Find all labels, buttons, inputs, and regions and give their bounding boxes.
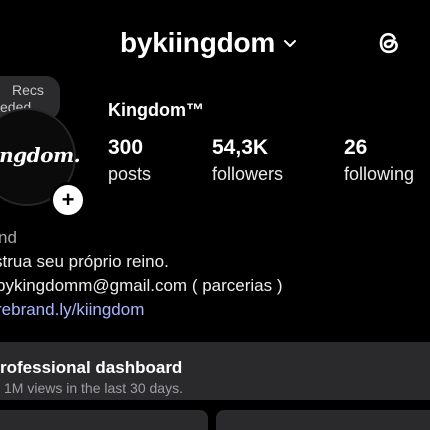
chevron-down-icon[interactable] — [283, 36, 297, 50]
following-label: following — [344, 164, 415, 184]
edit-profile-button[interactable] — [0, 410, 208, 430]
dashboard-title: rofessional dashboard — [0, 358, 183, 377]
following-count: 26 — [344, 136, 368, 159]
professional-dashboard[interactable]: rofessional dashboard 1M views in the la… — [0, 342, 430, 400]
bio-line-2: bykingdomm@gmail.com ( parcerias ) — [0, 276, 283, 295]
followers-count: 54,3K — [212, 136, 269, 159]
posts-label: posts — [108, 164, 152, 184]
username[interactable]: bykiingdom — [120, 26, 275, 60]
recs-line-1: Recs — [12, 82, 44, 98]
bio: nd strua seu próprio reino. bykingdomm@g… — [0, 226, 283, 322]
threads-icon[interactable] — [374, 28, 404, 58]
followers-stat[interactable]: 54,3K followers — [212, 136, 283, 186]
followers-label: followers — [212, 164, 284, 184]
posts-stat[interactable]: 300 posts — [108, 136, 151, 186]
share-profile-button[interactable] — [216, 410, 430, 430]
following-stat[interactable]: 26 following — [344, 136, 414, 186]
add-story-icon[interactable]: + — [50, 182, 86, 218]
username-switcher[interactable]: bykiingdom — [120, 26, 297, 60]
bio-link[interactable]: rebrand.ly/kiingdom — [0, 298, 283, 322]
bio-category: nd — [0, 228, 17, 247]
profile-page: bykiingdom Recs eded... ingdom. + Kingdo… — [0, 0, 430, 430]
posts-count: 300 — [108, 136, 144, 159]
avatar-logo-text: ingdom. — [0, 143, 81, 167]
bio-line-1: strua seu próprio reino. — [0, 252, 169, 271]
display-name: Kingdom™ — [108, 100, 204, 120]
dashboard-subtitle: 1M views in the last 30 days. — [4, 380, 183, 396]
